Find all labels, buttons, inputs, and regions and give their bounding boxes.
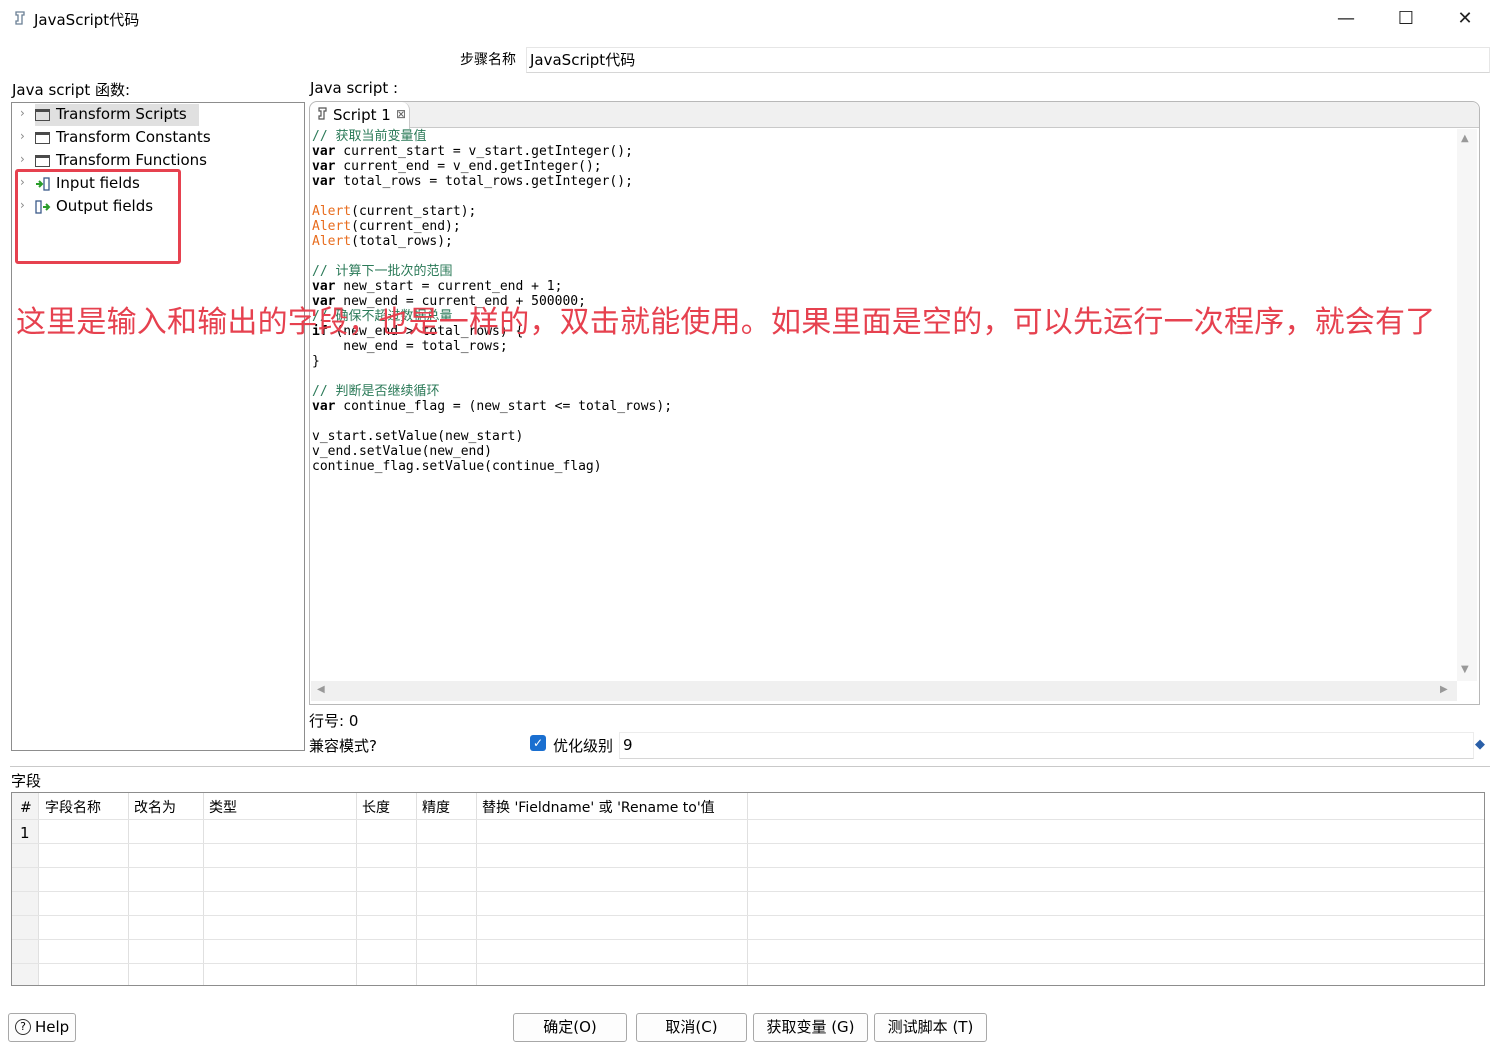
chevron-right-icon[interactable]: › [20, 152, 25, 166]
variable-diamond-icon[interactable]: ◆ [1475, 737, 1485, 752]
code-line[interactable]: Alert(total_rows); [312, 234, 1452, 249]
code-line[interactable] [312, 369, 1452, 384]
help-icon: ? [15, 1019, 31, 1035]
code-line[interactable]: var total_rows = total_rows.getInteger()… [312, 174, 1452, 189]
minimize-button[interactable]: — [1326, 6, 1366, 32]
folder-icon [35, 132, 50, 144]
tree-item-label: Transform Constants [56, 128, 211, 146]
optimization-level-input[interactable]: 9 [619, 732, 1474, 759]
folder-icon [35, 109, 50, 121]
folder-icon [35, 155, 50, 167]
tab-close-icon[interactable]: ⊠ [396, 107, 406, 121]
window-title: JavaScript代码 [34, 11, 140, 29]
test-script-button[interactable]: 测试脚本 (T) [874, 1013, 987, 1042]
code-line[interactable] [312, 189, 1452, 204]
step-name-label: 步骤名称 [460, 52, 516, 68]
code-line[interactable]: var current_end = v_end.getInteger(); [312, 159, 1452, 174]
close-button[interactable]: ✕ [1445, 6, 1485, 32]
chevron-right-icon[interactable]: › [20, 106, 25, 120]
code-line[interactable]: Alert(current_start); [312, 204, 1452, 219]
tree-item-transform-constants[interactable]: › Transform Constants [12, 127, 302, 149]
step-name-input[interactable]: JavaScript代码 [526, 47, 1490, 73]
tab-label[interactable]: Script 1 [333, 106, 391, 124]
scroll-up-icon[interactable]: ▲ [1461, 133, 1469, 144]
line-number-label: 行号: 0 [309, 712, 359, 730]
code-line[interactable]: var current_start = v_start.getInteger()… [312, 144, 1452, 159]
annotation-highlight-box [15, 169, 181, 264]
cancel-button[interactable]: 取消(C) [636, 1013, 747, 1042]
optimization-label: 优化级别 [553, 737, 614, 755]
scroll-down-icon[interactable]: ▼ [1461, 664, 1469, 675]
compat-mode-label: 兼容模式? [309, 737, 377, 755]
code-line[interactable]: // 判断是否继续循环 [312, 384, 1452, 399]
ok-button[interactable]: 确定(O) [513, 1013, 627, 1042]
code-editor[interactable]: // 获取当前变量值 var current_start = v_start.ge… [312, 129, 1452, 679]
code-line[interactable]: // 获取当前变量值 [312, 129, 1452, 144]
tree-item-label: Transform Functions [56, 151, 207, 169]
fields-section-label: 字段 [11, 772, 42, 790]
code-line[interactable] [312, 249, 1452, 264]
annotation-text: 这里是输入和输出的字段，也是一样的，双击就能使用。如果里面是空的，可以先运行一次… [16, 305, 1436, 340]
code-line[interactable]: v_end.setValue(new_end) [312, 444, 1452, 459]
optimization-checkbox[interactable]: ✓ [530, 735, 546, 751]
code-line[interactable]: continue_flag.setValue(continue_flag) [312, 459, 1452, 474]
tree-item-label: Transform Scripts [56, 105, 187, 123]
functions-panel-label: Java script 函数: [12, 81, 131, 99]
code-line[interactable]: var new_start = current_end + 1; [312, 279, 1452, 294]
maximize-button[interactable]: ☐ [1386, 6, 1426, 32]
vertical-scrollbar[interactable] [1457, 129, 1477, 681]
script-tab-strip [310, 102, 1479, 128]
code-line[interactable]: new_end = total_rows; [312, 339, 1452, 354]
script-icon [316, 107, 329, 125]
table-row-number[interactable]: 1 [20, 824, 30, 842]
fields-table[interactable]: # 字段名称 改名为 类型 长度 精度 替换 'Fieldname' 或 'Re… [11, 792, 1485, 986]
code-line[interactable]: var continue_flag = (new_start <= total_… [312, 399, 1452, 414]
title-bar [0, 0, 1496, 38]
horizontal-scrollbar[interactable] [311, 681, 1457, 701]
chevron-right-icon[interactable]: › [20, 129, 25, 143]
script-editor-label: Java script : [310, 79, 399, 97]
code-line[interactable]: Alert(current_end); [312, 219, 1452, 234]
app-script-icon [12, 10, 28, 26]
code-line[interactable] [312, 414, 1452, 429]
scroll-left-icon[interactable]: ◀ [317, 684, 325, 695]
scroll-right-icon[interactable]: ▶ [1440, 684, 1448, 695]
tree-item-transform-scripts[interactable]: › Transform Scripts [12, 104, 302, 126]
code-line[interactable]: // 计算下一批次的范围 [312, 264, 1452, 279]
code-line[interactable]: } [312, 354, 1452, 369]
code-line[interactable]: v_start.setValue(new_start) [312, 429, 1452, 444]
get-variables-button[interactable]: 获取变量 (G) [753, 1013, 868, 1042]
divider [10, 766, 1490, 767]
